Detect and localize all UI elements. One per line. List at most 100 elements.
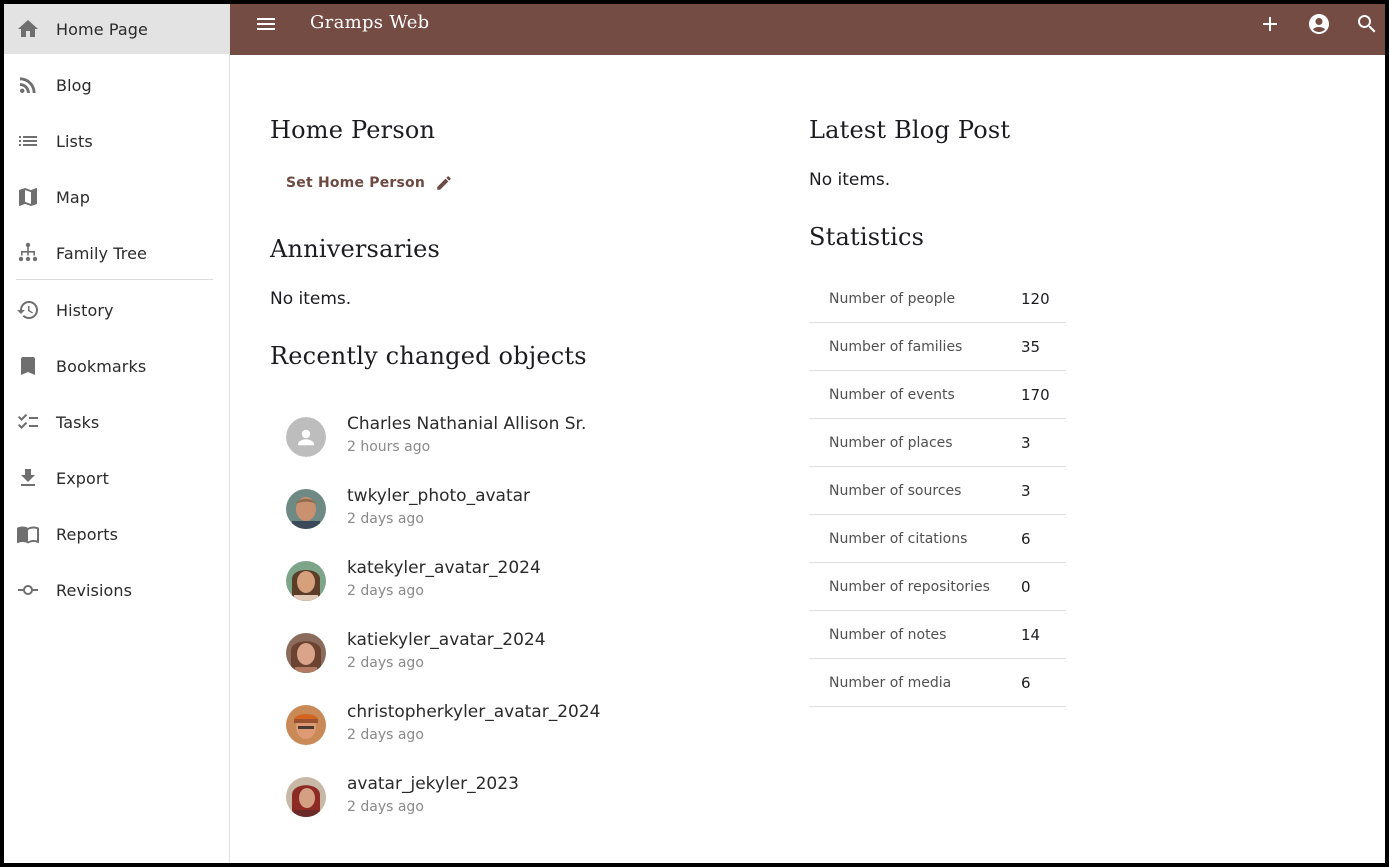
stat-value: 6: [1021, 674, 1031, 692]
list-item-title: twkyler_photo_avatar: [347, 486, 531, 506]
sidebar-item-label: Blog: [56, 75, 92, 95]
list-item-title: Charles Nathanial Allison Sr.: [347, 414, 587, 434]
rss-icon: [16, 73, 40, 97]
sidebar-item-label: Lists: [56, 131, 93, 151]
home-person-heading: Home Person: [270, 116, 436, 144]
search-icon[interactable]: [1355, 12, 1379, 36]
sidebar-item-label: Map: [56, 187, 91, 207]
list-item-title: avatar_jekyler_2023: [347, 774, 519, 794]
book-icon: [16, 522, 40, 546]
sidebar-item-label: Reports: [56, 524, 119, 544]
stat-label: Number of repositories: [829, 579, 990, 595]
download-icon: [16, 466, 40, 490]
pencil-icon: [435, 174, 453, 192]
list-item[interactable]: christopherkyler_avatar_2024 2 days ago: [286, 693, 726, 757]
stat-label: Number of people: [829, 291, 956, 307]
stat-value: 0: [1021, 578, 1031, 596]
table-row: Number of citations 6: [809, 515, 1066, 563]
app-window: Home Page Blog Lists Map Family Tree His…: [4, 4, 1385, 863]
sidebar: Home Page Blog Lists Map Family Tree His…: [4, 4, 230, 863]
person-placeholder-icon: [286, 417, 326, 457]
stat-label: Number of events: [829, 387, 955, 403]
photo-avatar: [286, 633, 326, 673]
set-home-person-label: Set Home Person: [286, 175, 426, 191]
list-item-title: katekyler_avatar_2024: [347, 558, 541, 578]
list-item-title: christopherkyler_avatar_2024: [347, 702, 601, 722]
blog-empty: No items.: [809, 170, 891, 190]
photo-avatar: [286, 705, 326, 745]
sidebar-item-export[interactable]: Export: [4, 453, 229, 503]
list-item[interactable]: katiekyler_avatar_2024 2 days ago: [286, 621, 726, 685]
checklist-icon: [16, 410, 40, 434]
stat-label: Number of notes: [829, 627, 947, 643]
table-row: Number of events 170: [809, 371, 1066, 419]
list-item-time: 2 hours ago: [347, 439, 431, 455]
sidebar-item-bookmarks[interactable]: Bookmarks: [4, 341, 229, 391]
table-row: Number of people 120: [809, 275, 1066, 323]
sidebar-item-tasks[interactable]: Tasks: [4, 397, 229, 447]
sidebar-item-label: History: [56, 300, 114, 320]
stat-value: 14: [1021, 626, 1041, 644]
list-item-time: 2 days ago: [347, 511, 424, 527]
account-circle-icon[interactable]: [1307, 12, 1331, 36]
stat-label: Number of citations: [829, 531, 968, 547]
sidebar-item-revisions[interactable]: Revisions: [4, 565, 229, 615]
sidebar-item-blog[interactable]: Blog: [4, 60, 229, 110]
sidebar-item-lists[interactable]: Lists: [4, 116, 229, 166]
photo-avatar: [286, 561, 326, 601]
list-item-time: 2 days ago: [347, 655, 424, 671]
list-item-time: 2 days ago: [347, 727, 424, 743]
photo-avatar: [286, 489, 326, 529]
sidebar-item-map[interactable]: Map: [4, 172, 229, 222]
stat-value: 120: [1021, 290, 1050, 308]
sidebar-item-label: Revisions: [56, 580, 133, 600]
list-item-time: 2 days ago: [347, 799, 424, 815]
list-item[interactable]: katekyler_avatar_2024 2 days ago: [286, 549, 726, 613]
stat-label: Number of places: [829, 435, 953, 451]
recent-objects-heading: Recently changed objects: [270, 342, 587, 370]
set-home-person-button[interactable]: Set Home Person: [286, 174, 453, 192]
list-item-time: 2 days ago: [347, 583, 424, 599]
list-item[interactable]: Charles Nathanial Allison Sr. 2 hours ag…: [286, 405, 726, 469]
history-icon: [16, 298, 40, 322]
sidebar-item-reports[interactable]: Reports: [4, 509, 229, 559]
table-row: Number of notes 14: [809, 611, 1066, 659]
anniversaries-heading: Anniversaries: [270, 235, 441, 263]
list-icon: [16, 129, 40, 153]
latest-blog-post-heading: Latest Blog Post: [809, 116, 1011, 144]
photo-avatar: [286, 777, 326, 817]
sidebar-item-label: Export: [56, 468, 109, 488]
stat-value: 3: [1021, 434, 1031, 452]
stat-label: Number of sources: [829, 483, 962, 499]
bookmark-icon: [16, 354, 40, 378]
statistics-heading: Statistics: [809, 223, 925, 251]
sidebar-item-label: Bookmarks: [56, 356, 147, 376]
sidebar-item-history[interactable]: History: [4, 285, 229, 335]
plus-icon[interactable]: [1258, 12, 1282, 36]
sidebar-item-label: Family Tree: [56, 243, 148, 263]
family-tree-icon: [16, 241, 40, 265]
stat-value: 6: [1021, 530, 1031, 548]
menu-icon[interactable]: [254, 12, 278, 36]
table-row: Number of places 3: [809, 419, 1066, 467]
home-icon: [16, 17, 40, 41]
list-item[interactable]: avatar_jekyler_2023 2 days ago: [286, 765, 726, 829]
sidebar-item-family-tree[interactable]: Family Tree: [4, 228, 229, 278]
anniversaries-empty: No items.: [270, 289, 352, 309]
stat-value: 3: [1021, 482, 1031, 500]
table-row: Number of repositories 0: [809, 563, 1066, 611]
stat-value: 170: [1021, 386, 1050, 404]
commit-icon: [16, 578, 40, 602]
sidebar-item-home-page[interactable]: Home Page: [4, 4, 229, 54]
table-row: Number of media 6: [809, 659, 1066, 707]
stat-value: 35: [1021, 338, 1041, 356]
list-item[interactable]: twkyler_photo_avatar 2 days ago: [286, 477, 726, 541]
app-title: Gramps Web: [310, 12, 430, 33]
stat-label: Number of media: [829, 675, 952, 691]
map-icon: [16, 185, 40, 209]
top-app-bar: Gramps Web: [230, 4, 1385, 55]
table-row: Number of families 35: [809, 323, 1066, 371]
sidebar-item-label: Tasks: [56, 412, 100, 432]
sidebar-divider: [16, 279, 213, 280]
stat-label: Number of families: [829, 339, 963, 355]
